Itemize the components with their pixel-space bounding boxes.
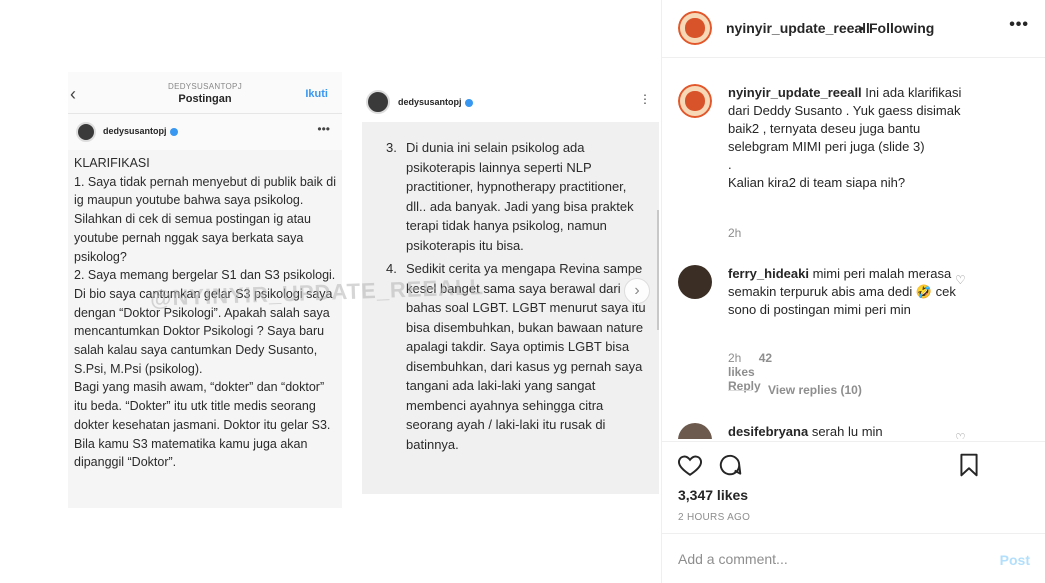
screenshot-username: dedysusantopj xyxy=(103,126,178,136)
comment-like-heart-icon[interactable]: ♡ xyxy=(955,431,966,439)
commenter-avatar[interactable] xyxy=(678,423,712,439)
list-item: 3. Di dunia ini selain psikolog ada psiko… xyxy=(386,140,634,253)
clarification-text: KLARIFIKASI 1. Saya tidak pernah menyebu… xyxy=(74,156,336,470)
screenshot-username: dedysusantopj xyxy=(398,97,473,107)
separator-dot: • xyxy=(859,20,864,36)
bookmark-icon[interactable] xyxy=(956,452,982,478)
screenshot-top-title: Postingan xyxy=(178,93,232,105)
comments-list: nyinyir_update_reeall Ini ada klarifikas… xyxy=(662,59,1045,439)
verified-badge-icon xyxy=(169,127,178,136)
verified-badge-icon xyxy=(464,98,473,107)
comment-input[interactable] xyxy=(678,548,938,570)
heart-icon[interactable] xyxy=(677,452,703,478)
account-avatar[interactable] xyxy=(678,11,712,45)
account-username[interactable]: nyinyir_update_reeall xyxy=(726,20,870,36)
likes-count[interactable]: 3,347 likes xyxy=(678,487,748,503)
comment-text: ferry_hideaki mimi peri malah merasa sem… xyxy=(728,266,956,317)
screenshot-avatar xyxy=(366,90,390,114)
post-actions: 3,347 likes 2 HOURS AGO xyxy=(662,441,1045,531)
next-slide-button[interactable]: › xyxy=(624,278,650,304)
post-media: ‹ DEDYSUSANTOPJ Postingan Ikuti dedysusa… xyxy=(0,0,661,583)
screenshot-topbar: ‹ DEDYSUSANTOPJ Postingan Ikuti xyxy=(68,72,342,114)
commenter-avatar[interactable] xyxy=(678,265,712,299)
caption-time: 2h xyxy=(728,226,742,240)
caption-avatar[interactable] xyxy=(678,84,712,118)
comment-text: desifebryana serah lu min xyxy=(728,424,883,439)
post-header: nyinyir_update_reeall • Following ••• xyxy=(662,0,1045,58)
screenshot-more-icon: ••• xyxy=(317,122,330,136)
commenter-username[interactable]: desifebryana xyxy=(728,424,808,439)
commenter-username[interactable]: ferry_hideaki xyxy=(728,266,809,281)
caption-text: nyinyir_update_reeall Ini ada klarifikas… xyxy=(728,85,962,190)
post-comment-button[interactable]: Post xyxy=(1000,552,1030,568)
screenshot-top-username: DEDYSUSANTOPJ xyxy=(168,82,242,91)
chevron-right-icon: › xyxy=(634,282,640,299)
more-horizontal-icon[interactable]: ••• xyxy=(1009,16,1029,34)
screenshot-follow-label: Ikuti xyxy=(305,88,328,100)
screenshot-avatar xyxy=(76,122,96,142)
comment-time: 2h xyxy=(728,351,742,365)
screenshot-post-header: dedysusantopj ⋮ xyxy=(362,82,659,122)
post-side-panel: nyinyir_update_reeall • Following ••• ny… xyxy=(661,0,1045,583)
comment-icon[interactable] xyxy=(717,452,743,478)
scrollbar[interactable] xyxy=(657,210,659,330)
screenshot-more-icon: ⋮ xyxy=(639,92,651,106)
screenshot-post-header: dedysusantopj ••• xyxy=(68,114,342,150)
post-timestamp: 2 HOURS AGO xyxy=(678,512,751,523)
add-comment-bar: Post xyxy=(662,533,1045,583)
caption-username[interactable]: nyinyir_update_reeall xyxy=(728,85,862,100)
following-button[interactable]: Following xyxy=(869,20,934,36)
comment-like-heart-icon[interactable]: ♡ xyxy=(955,273,966,287)
view-replies-button[interactable]: View replies (10) xyxy=(728,383,862,397)
